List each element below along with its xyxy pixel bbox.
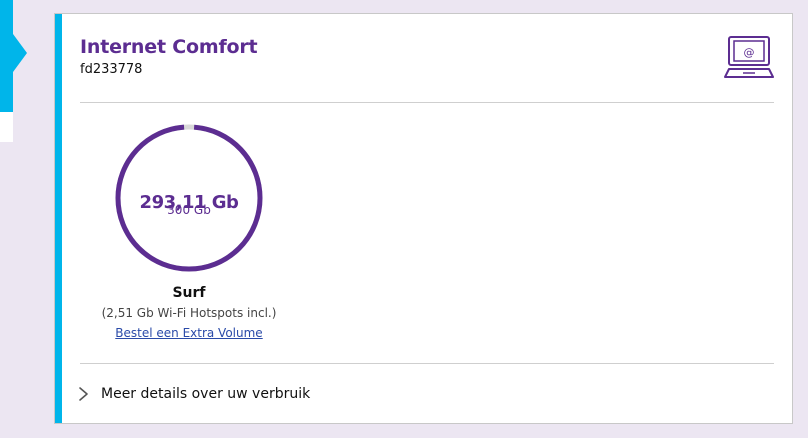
svg-text:@: @ — [744, 46, 755, 59]
subscription-card: Internet Comfort fd233778 @ 293,11 Gb 30… — [54, 13, 793, 424]
divider-top — [80, 102, 774, 103]
chevron-right-icon — [79, 387, 88, 401]
order-extra-volume-link[interactable]: Bestel een Extra Volume — [89, 326, 289, 340]
gauge-total-value: 300 Gb — [167, 203, 211, 217]
usage-details-toggle[interactable]: Meer details over uw verbruik — [77, 382, 310, 406]
usage-note: (2,51 Gb Wi-Fi Hotspots incl.) — [101, 306, 277, 320]
usage-details-label: Meer details over uw verbruik — [101, 386, 311, 402]
selection-arrow-icon — [13, 34, 27, 72]
card-accent-bar — [55, 14, 62, 423]
divider-bottom — [80, 363, 774, 364]
side-selected-item[interactable] — [0, 0, 13, 112]
usage-category-label: Surf — [172, 285, 206, 301]
page: Internet Comfort fd233778 @ 293,11 Gb 30… — [0, 0, 808, 438]
card-title: Internet Comfort — [80, 36, 258, 58]
card-subtitle: fd233778 — [80, 62, 143, 77]
laptop-email-icon: @ — [724, 36, 774, 78]
